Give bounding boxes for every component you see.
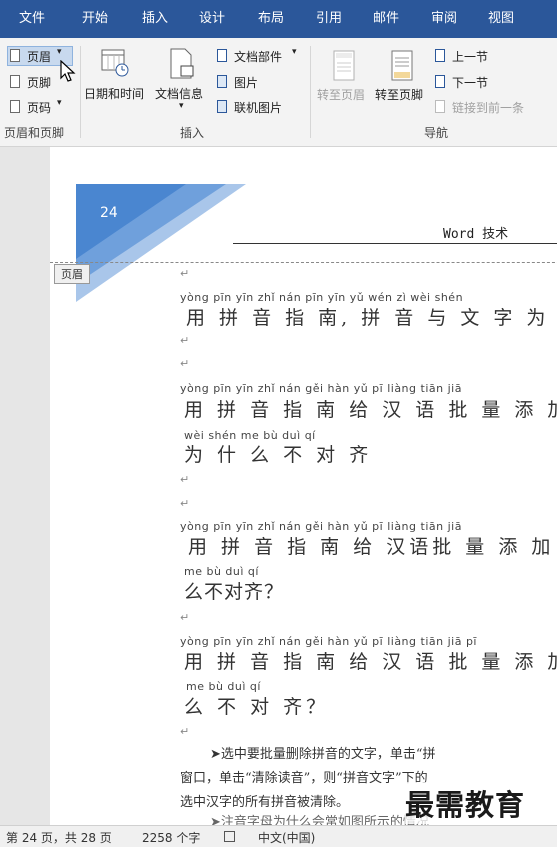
status-bar: 第 24 页，共 28 页 2258 个字 中文(中国) — [0, 825, 557, 847]
page-number: 24 — [100, 205, 118, 221]
paragraph-mark: ↵ — [180, 357, 190, 370]
doc-parts-icon — [217, 49, 227, 62]
online-picture-label: 联机图片 — [234, 101, 283, 115]
goto-header-button[interactable]: 转至页眉 — [315, 50, 373, 106]
link-previous-label: 链接到前一条 — [452, 101, 525, 115]
tab-file[interactable]: 文件 — [19, 0, 45, 38]
tab-references[interactable]: 引用 — [316, 0, 342, 38]
group-divider — [310, 46, 311, 138]
link-icon — [435, 100, 445, 113]
date-time-button[interactable]: 日期和时间 — [84, 46, 152, 102]
paragraph-mark: ↵ — [180, 267, 190, 280]
next-section-label: 下一节 — [452, 76, 489, 90]
paragraph-mark: ↵ — [180, 497, 190, 510]
next-section-icon — [435, 75, 445, 88]
chevron-down-icon: ▾ — [179, 101, 184, 111]
picture-label: 图片 — [234, 76, 259, 90]
body-line: ➤选中要批量删除拼音的文字，单击“拼 — [210, 747, 436, 762]
header-boundary — [50, 262, 557, 263]
online-picture-icon — [217, 100, 227, 113]
body-line: 选中汉字的所有拼音被清除。 — [180, 795, 350, 810]
watermark-logo: 最需教育 — [405, 782, 526, 824]
prev-section-icon — [435, 49, 445, 62]
footer-button[interactable]: 页脚 — [9, 74, 64, 90]
group-label-navigation: 导航 — [424, 126, 449, 140]
paragraph-mark: ↵ — [180, 334, 190, 347]
pinyin-line: yòng pīn yīn zhǐ nán gěi hàn yǔ pī liàng… — [180, 382, 462, 395]
ribbon: 页眉 ▾ 页脚 页码 ▾ 页眉和页脚 日期和时间 文档信息 ▾ 文档部件 ▾ 图… — [0, 38, 557, 147]
header-rule — [233, 243, 557, 244]
chevron-down-icon: ▾ — [57, 47, 62, 57]
status-word-count[interactable]: 2258 个字 — [142, 829, 200, 846]
text-line: 么 不 对 齐？ — [184, 696, 330, 718]
group-label-insert: 插入 — [180, 126, 205, 140]
status-language[interactable]: 中文(中国) — [258, 829, 315, 846]
paragraph-mark: ↵ — [180, 725, 190, 738]
text-line: 用 拼 音 指 南 给 汉 语 批 量 添 加 拼 — [184, 651, 557, 673]
tab-layout[interactable]: 布局 — [258, 0, 284, 38]
goto-header-icon — [333, 50, 355, 81]
document-area: 24 Word 技术 页眉 ↵ yòng pīn yīn zhǐ nán pīn… — [0, 147, 557, 825]
paragraph-mark: ↵ — [180, 611, 190, 624]
menu-bar: 文件 开始 插入 设计 布局 引用 邮件 审阅 视图 — [0, 0, 557, 38]
calendar-clock-icon — [101, 49, 129, 77]
text-line: 用 拼 音 指 南 给 汉语批 量 添 加 — [188, 536, 555, 558]
proofing-icon[interactable] — [224, 831, 235, 842]
goto-footer-label: 转至页脚 — [375, 88, 424, 102]
goto-footer-icon — [391, 50, 413, 81]
text-line: 为 什 么 不 对 齐 — [184, 444, 373, 466]
online-picture-button[interactable]: 联机图片 — [216, 99, 296, 115]
header-title: Word 技术 — [443, 227, 509, 242]
text-line: 用 拼 音 指 南 给 汉 语 批 量 添 加 — [184, 399, 557, 421]
doc-info-button[interactable]: 文档信息 ▾ — [155, 46, 211, 116]
tab-home[interactable]: 开始 — [82, 0, 108, 38]
page-number-button[interactable]: 页码 ▾ — [9, 98, 71, 115]
chevron-down-icon: ▾ — [292, 47, 297, 57]
group-divider — [80, 46, 81, 138]
footer-button-label: 页脚 — [27, 76, 52, 90]
body-line: 窗口，单击“清除读音”，则“拼音文字”下的 — [180, 771, 428, 786]
paragraph-mark: ↵ — [180, 473, 190, 486]
document-page[interactable]: 24 Word 技术 页眉 ↵ yòng pīn yīn zhǐ nán pīn… — [50, 147, 557, 825]
chevron-down-icon: ▾ — [57, 98, 62, 108]
prev-section-button[interactable]: 上一节 — [434, 48, 504, 64]
page-number-button-label: 页码 — [27, 101, 52, 115]
tab-design[interactable]: 设计 — [199, 0, 225, 38]
group-label-header-footer: 页眉和页脚 — [4, 126, 65, 140]
header-tag: 页眉 — [54, 264, 90, 284]
link-previous-button[interactable]: 链接到前一条 — [434, 99, 557, 115]
tab-view[interactable]: 视图 — [488, 0, 514, 38]
doc-parts-button[interactable]: 文档部件 ▾ — [216, 47, 302, 64]
date-time-label: 日期和时间 — [84, 87, 145, 101]
document-info-icon — [170, 48, 194, 79]
tab-mailings[interactable]: 邮件 — [373, 0, 399, 38]
goto-footer-button[interactable]: 转至页脚 — [373, 50, 431, 106]
picture-icon — [217, 75, 227, 88]
doc-parts-label: 文档部件 — [234, 50, 283, 64]
picture-button[interactable]: 图片 — [216, 74, 276, 90]
text-line: 用 拼 音 指 南, 拼 音 与 文 字 为 什 — [186, 307, 557, 329]
prev-section-label: 上一节 — [452, 50, 489, 64]
header-button-label: 页眉 — [27, 50, 52, 64]
text-line: 么不对齐？ — [184, 581, 285, 603]
next-section-button[interactable]: 下一节 — [434, 74, 504, 90]
page-number-icon — [10, 100, 20, 113]
goto-header-label: 转至页眉 — [317, 88, 366, 102]
tab-insert[interactable]: 插入 — [142, 0, 168, 38]
status-page-count[interactable]: 第 24 页，共 28 页 — [6, 829, 112, 846]
footer-icon — [10, 75, 20, 88]
doc-info-label: 文档信息 — [155, 87, 204, 101]
header-icon — [10, 49, 20, 62]
body-line: ➤注音字母为什么会常如图所示的情况 — [210, 815, 429, 825]
tab-review[interactable]: 审阅 — [431, 0, 457, 38]
